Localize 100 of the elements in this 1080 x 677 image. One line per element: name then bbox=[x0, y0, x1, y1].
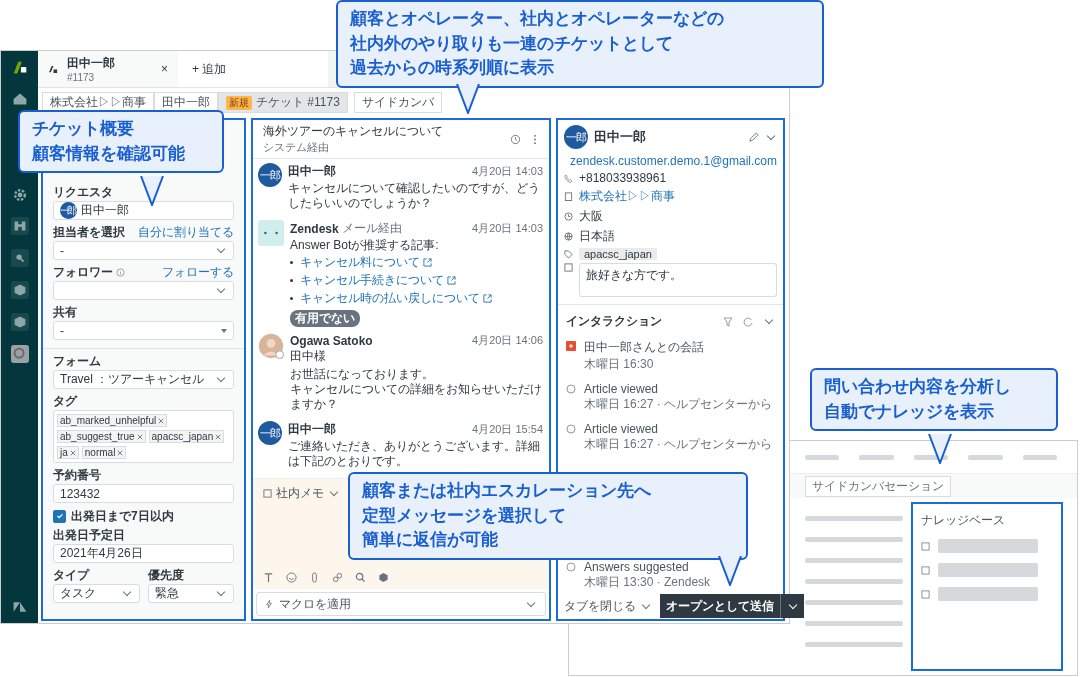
add-tab-button[interactable]: + 追加 bbox=[178, 51, 328, 87]
remove-icon[interactable] bbox=[136, 433, 143, 440]
callout-text: 簡単に返信が可能 bbox=[362, 529, 498, 552]
booking-number-field[interactable]: 123432 bbox=[53, 484, 234, 503]
filter-icon[interactable] bbox=[723, 316, 733, 327]
attachment-icon[interactable] bbox=[309, 572, 320, 583]
blurred-text-drawing bbox=[805, 454, 840, 460]
cube-icon[interactable] bbox=[10, 313, 29, 331]
more-icon[interactable] bbox=[533, 133, 537, 145]
macro-dropdown[interactable]: マクロを適用 bbox=[256, 592, 546, 616]
edit-icon[interactable] bbox=[748, 131, 759, 143]
message-text: 田中様 bbox=[290, 349, 327, 364]
article-link[interactable]: キャンセル料について bbox=[300, 254, 420, 271]
field-label: タグ bbox=[53, 394, 79, 408]
refresh-icon[interactable] bbox=[743, 316, 753, 327]
binoculars-icon[interactable] bbox=[10, 217, 29, 235]
interaction-title[interactable]: Article viewed bbox=[584, 382, 773, 396]
zendesk-logo-icon[interactable] bbox=[11, 599, 28, 615]
tag-chip[interactable]: ab_marked_unhelpful bbox=[57, 414, 168, 427]
book-icon bbox=[921, 565, 930, 575]
message-author: 田中一郎 bbox=[288, 421, 336, 438]
avatar: 一郎 bbox=[564, 125, 588, 149]
emoji-icon[interactable] bbox=[286, 572, 297, 583]
home-icon[interactable] bbox=[11, 91, 28, 107]
message-author: Ogawa Satoko bbox=[290, 333, 373, 348]
close-icon[interactable]: × bbox=[161, 62, 168, 76]
submit-button[interactable]: オープンとして送信 bbox=[660, 594, 780, 618]
language-text: 日本語 bbox=[579, 228, 615, 245]
type-dropdown[interactable]: タスク bbox=[53, 584, 140, 603]
tags-field[interactable]: ab_marked_unhelpful ab_suggest_true apacsc_japan ja normal bbox=[53, 410, 234, 463]
remove-icon[interactable] bbox=[215, 433, 222, 440]
customer-name: 田中一郎 bbox=[594, 128, 646, 146]
event-dot-icon bbox=[566, 424, 576, 434]
interaction-title[interactable]: Article viewed bbox=[584, 422, 773, 436]
breadcrumb-tab[interactable]: サイドカンバ bbox=[353, 92, 442, 113]
avatar: 一郎 bbox=[60, 202, 77, 219]
breadcrumb-label: 株式会社▷▷商事 bbox=[50, 94, 146, 111]
ticket-tab[interactable]: 田中一郎 #1173 × bbox=[38, 51, 178, 87]
remove-icon[interactable] bbox=[158, 417, 165, 424]
assign-self-link[interactable]: 自分に割り当てる bbox=[138, 223, 234, 241]
checkbox[interactable] bbox=[53, 509, 66, 523]
field-label: 共有 bbox=[53, 305, 78, 319]
link-icon[interactable] bbox=[332, 572, 343, 583]
interaction-title[interactable]: Answers suggested bbox=[584, 560, 711, 574]
interaction-meta: 木曜日 16:27 · ヘルプセンターから bbox=[584, 436, 773, 453]
app-icon[interactable] bbox=[10, 345, 29, 363]
breadcrumb-tab[interactable]: サイドカンバセーション bbox=[805, 475, 951, 497]
form-dropdown[interactable]: Travel ：ツアーキャンセル bbox=[53, 370, 234, 389]
external-link-icon[interactable] bbox=[423, 258, 432, 267]
external-link-icon[interactable] bbox=[447, 276, 456, 285]
breadcrumb-tab[interactable]: 新規 チケット #1173 bbox=[218, 92, 348, 113]
shared-dropdown[interactable]: - bbox=[53, 321, 234, 340]
history-icon[interactable] bbox=[510, 133, 521, 145]
priority-dropdown[interactable]: 緊急 bbox=[147, 584, 234, 603]
callout-text: 問い合わせ内容を分析し bbox=[824, 376, 1011, 398]
checkbox-label: 出発日まで7日以内 bbox=[71, 509, 174, 523]
notes-field[interactable]: 旅好きな方です。 bbox=[579, 263, 777, 297]
text-format-icon[interactable] bbox=[263, 572, 274, 583]
search-icon[interactable] bbox=[10, 249, 29, 267]
email-link[interactable]: zendesk.customer.demo.1@gmail.com bbox=[570, 154, 777, 168]
tag-chip[interactable]: normal bbox=[81, 446, 127, 459]
article-link[interactable]: キャンセル手続きについて bbox=[300, 272, 444, 289]
follow-link[interactable]: フォローする bbox=[162, 263, 234, 281]
breadcrumb-label: サイドカンバ bbox=[361, 94, 434, 111]
ticket-subject: 海外ツアーのキャンセルについて bbox=[263, 123, 444, 140]
remove-icon[interactable] bbox=[117, 449, 124, 456]
tag-icon bbox=[564, 249, 573, 259]
submit-options-button[interactable] bbox=[780, 594, 804, 618]
assignee-dropdown[interactable]: - bbox=[53, 241, 234, 260]
message-text: キャンセルについての詳細をお知らせいただけますか？ bbox=[290, 382, 543, 412]
interaction-title[interactable]: 田中一郎さんとの会話 bbox=[584, 339, 704, 356]
search-icon[interactable] bbox=[355, 572, 366, 583]
status-badge: 有用でない bbox=[290, 310, 360, 327]
hexagon-icon[interactable] bbox=[378, 572, 389, 583]
date-field[interactable]: 2021年4月26日 bbox=[53, 544, 234, 563]
composer-mode-dropdown[interactable]: 社内メモ bbox=[276, 485, 324, 502]
callout-text: チケット概要 bbox=[32, 118, 134, 140]
phone-number: +818033938961 bbox=[579, 171, 667, 185]
message-time: 4月20日 14:03 bbox=[472, 164, 543, 179]
agent-avatar bbox=[258, 333, 284, 359]
remove-icon[interactable] bbox=[69, 449, 76, 456]
settings-icon[interactable] bbox=[11, 187, 28, 203]
bot-avatar-icon bbox=[258, 220, 284, 246]
lightning-icon bbox=[265, 599, 273, 609]
callout-pointer bbox=[928, 434, 952, 464]
organization-link[interactable]: 株式会社▷▷商事 bbox=[579, 188, 675, 205]
article-link[interactable]: キャンセル時の払い戻しについて bbox=[300, 290, 480, 307]
checkmark-icon bbox=[55, 512, 64, 520]
tag-chip[interactable]: ja bbox=[57, 446, 79, 459]
tag-chip[interactable]: ab_suggest_true bbox=[57, 430, 146, 443]
cube-icon[interactable] bbox=[10, 281, 29, 299]
requester-field[interactable]: 一郎 田中一郎 bbox=[53, 201, 234, 220]
field-label: フォーム bbox=[53, 354, 102, 368]
tag-chip[interactable]: apacsc_japan bbox=[148, 430, 225, 443]
close-tab-dropdown[interactable]: タブを閉じる bbox=[564, 597, 636, 615]
channel-label: システム経由 bbox=[263, 140, 330, 155]
external-link-icon[interactable] bbox=[483, 294, 492, 303]
note-icon bbox=[564, 263, 573, 272]
message-text: お世話になっております。 bbox=[290, 367, 435, 382]
avatar: 一郎 bbox=[258, 421, 282, 445]
